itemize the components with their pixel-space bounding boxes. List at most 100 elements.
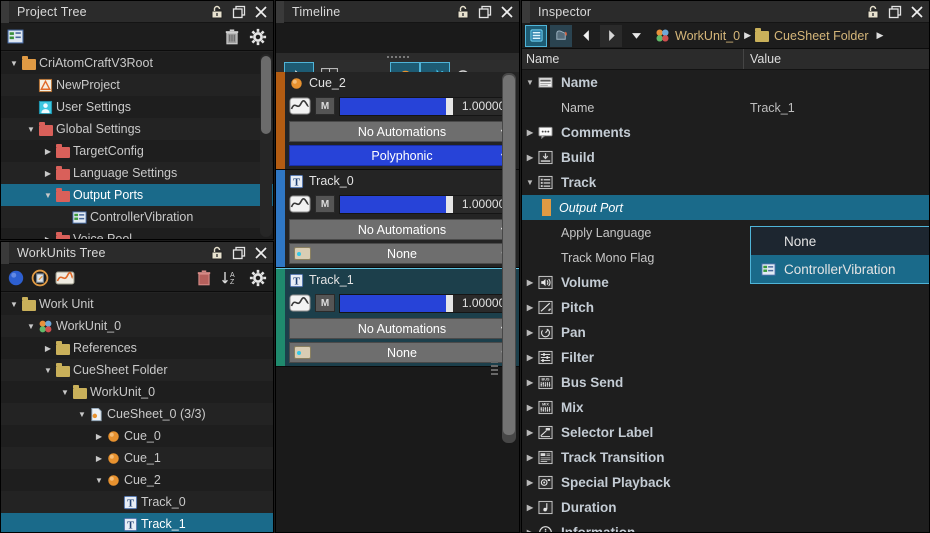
workunits-tree-item-references[interactable]: ▶ References [1, 337, 273, 359]
twisty-icon[interactable]: ▶ [522, 353, 538, 362]
twisty-icon[interactable]: ▼ [7, 300, 21, 309]
twisty-icon[interactable]: ▶ [522, 528, 538, 532]
twisty-icon[interactable]: ▶ [522, 428, 538, 437]
gear-icon[interactable] [249, 269, 267, 287]
workunits-tree-item-cue-2[interactable]: ▼ Cue_2 [1, 469, 273, 491]
track-type-select[interactable]: None▼ [289, 342, 515, 363]
track-type-select[interactable]: None▼ [289, 243, 515, 264]
mute-button[interactable]: M [315, 97, 335, 115]
mute-button[interactable]: M [315, 294, 335, 312]
project-tree-item-controllervibration[interactable]: ControllerVibration [1, 206, 273, 228]
close-icon[interactable] [253, 4, 269, 20]
volume-slider[interactable]: 1.00000 [339, 293, 515, 313]
inspector-row-filter[interactable]: ▶ Filter [522, 345, 929, 370]
inspector-row-pan[interactable]: ▶ Pan [522, 320, 929, 345]
workunits-tree-item-workunit-0[interactable]: ▼ WorkUnit_0 [1, 381, 273, 403]
twisty-icon[interactable]: ▼ [7, 59, 21, 68]
twisty-icon[interactable]: ▼ [24, 322, 38, 331]
twisty-icon[interactable]: ▶ [522, 303, 538, 312]
timeline-scrollbar[interactable] [502, 73, 516, 443]
slider-knob[interactable] [446, 294, 454, 312]
slider-knob[interactable] [446, 97, 454, 115]
twisty-icon[interactable]: ▼ [522, 78, 538, 87]
project-tree-item-language-settings[interactable]: ▶ Language Settings [1, 162, 273, 184]
restore-icon[interactable] [477, 4, 493, 20]
lock-icon[interactable] [865, 4, 881, 20]
project-tree-item-voice-pool[interactable]: ▶ Voice Pool [1, 228, 273, 239]
twisty-icon[interactable]: ▼ [522, 178, 538, 187]
sort-az-icon[interactable]: AZ [221, 269, 241, 287]
automation-select[interactable]: No Automations▼ [289, 318, 515, 339]
close-icon[interactable] [253, 245, 269, 261]
twisty-icon[interactable]: ▶ [41, 344, 55, 353]
workunits-tree-item-cuesheet-folder[interactable]: ▼ CueSheet Folder [1, 359, 273, 381]
twisty-icon[interactable]: ▶ [92, 432, 106, 441]
curve-icon[interactable] [55, 269, 75, 287]
inspector-row-pitch[interactable]: ▶ Pitch [522, 295, 929, 320]
breadcrumb-more-icon[interactable]: ▶ [877, 30, 884, 41]
twisty-icon[interactable]: ▼ [41, 191, 55, 200]
restore-icon[interactable] [231, 4, 247, 20]
back-arrow-icon[interactable] [575, 25, 597, 47]
trash-icon[interactable] [223, 28, 241, 46]
twisty-icon[interactable]: ▶ [522, 453, 538, 462]
project-tree-list[interactable]: ▼ CriAtomCraftV3Root NewProject User Settin… [1, 52, 273, 239]
lock-icon[interactable] [209, 245, 225, 261]
inspector-row-track-transition[interactable]: ▶ Track Transition [522, 445, 929, 470]
workunits-tree-item-track-0[interactable]: T Track_0 [1, 491, 273, 513]
inspector-row-name[interactable]: ▼ Name [522, 70, 929, 95]
twisty-icon[interactable]: ▼ [75, 410, 89, 419]
twisty-icon[interactable]: ▶ [522, 403, 538, 412]
shape-view-icon[interactable] [550, 24, 572, 47]
project-tree-item-targetconfig[interactable]: ▶ TargetConfig [1, 140, 273, 162]
inspector-row-track[interactable]: ▼ Track [522, 170, 929, 195]
workunit-doc-icon[interactable] [31, 269, 49, 287]
workunits-tree-list[interactable]: ▼ Work Unit ▼ WorkUnit_0 ▶ References ▼ CueShee… [1, 293, 273, 532]
twisty-icon[interactable]: ▶ [41, 169, 55, 178]
workunits-tree-item-cue-1[interactable]: ▶ Cue_1 [1, 447, 273, 469]
waveform-icon[interactable] [289, 96, 311, 116]
breadcrumb-item-0[interactable]: WorkUnit_0 [675, 29, 740, 43]
project-tree-item-output-ports[interactable]: ▼ Output Ports [1, 184, 273, 206]
twisty-icon[interactable]: ▶ [522, 278, 538, 287]
twisty-icon[interactable]: ▼ [92, 476, 106, 485]
waveform-icon[interactable] [289, 293, 311, 313]
dropdown-option-none[interactable]: None [751, 227, 929, 255]
list-view-icon[interactable] [525, 24, 547, 47]
volume-slider[interactable]: 1.00000 [339, 194, 515, 214]
inspector-row-selector-label[interactable]: ▶ Selector Label [522, 420, 929, 445]
lock-icon[interactable] [209, 4, 225, 20]
inspector-property-list[interactable]: ▼ Name Name Track_1 ▶ Comments ▶ Build ▼ Track Out… [522, 70, 929, 532]
timeline-resize-grip[interactable] [491, 361, 498, 375]
twisty-icon[interactable]: ▶ [522, 153, 538, 162]
timeline-track-track_1[interactable]: T Track_1 M1.00000 No Automations▼ None▼ [276, 268, 519, 367]
project-tree-scrollbar[interactable] [260, 54, 272, 237]
column-header-value[interactable]: Value [744, 49, 781, 69]
timeline-track-cue_2[interactable]: Cue_2 M1.00000 No Automations▼ Polyphonic▼ [276, 72, 519, 170]
sphere-icon[interactable] [7, 269, 25, 287]
inspector-row-comments[interactable]: ▶ Comments [522, 120, 929, 145]
track-type-select[interactable]: Polyphonic▼ [289, 145, 515, 166]
lock-icon[interactable] [455, 4, 471, 20]
project-tree-item-global-settings[interactable]: ▼ Global Settings [1, 118, 273, 140]
timeline-track-track_0[interactable]: T Track_0 M1.00000 No Automations▼ None▼ [276, 170, 519, 268]
restore-icon[interactable] [231, 245, 247, 261]
twisty-icon[interactable]: ▶ [92, 454, 106, 463]
column-header-name[interactable]: Name [522, 49, 744, 69]
restore-icon[interactable] [887, 4, 903, 20]
twisty-icon[interactable]: ▶ [41, 147, 55, 156]
project-tree-item-criatomcraftv3root[interactable]: ▼ CriAtomCraftV3Root [1, 52, 273, 74]
forward-arrow-icon[interactable] [600, 24, 622, 47]
project-tree-item-user-settings[interactable]: User Settings [1, 96, 273, 118]
workunits-tree-item-cue-0[interactable]: ▶ Cue_0 [1, 425, 273, 447]
waveform-icon[interactable] [289, 194, 311, 214]
project-tree-item-newproject[interactable]: NewProject [1, 74, 273, 96]
twisty-icon[interactable]: ▼ [41, 366, 55, 375]
close-icon[interactable] [499, 4, 515, 20]
inspector-row-output-port[interactable]: Output Port [522, 195, 929, 220]
workunits-tree-item-workunit-0[interactable]: ▼ WorkUnit_0 [1, 315, 273, 337]
history-dropdown-icon[interactable] [625, 25, 647, 47]
inspector-row-information[interactable]: ▶ Information [522, 520, 929, 532]
volume-slider[interactable]: 1.00000 [339, 96, 515, 116]
trash-icon[interactable] [195, 269, 213, 287]
